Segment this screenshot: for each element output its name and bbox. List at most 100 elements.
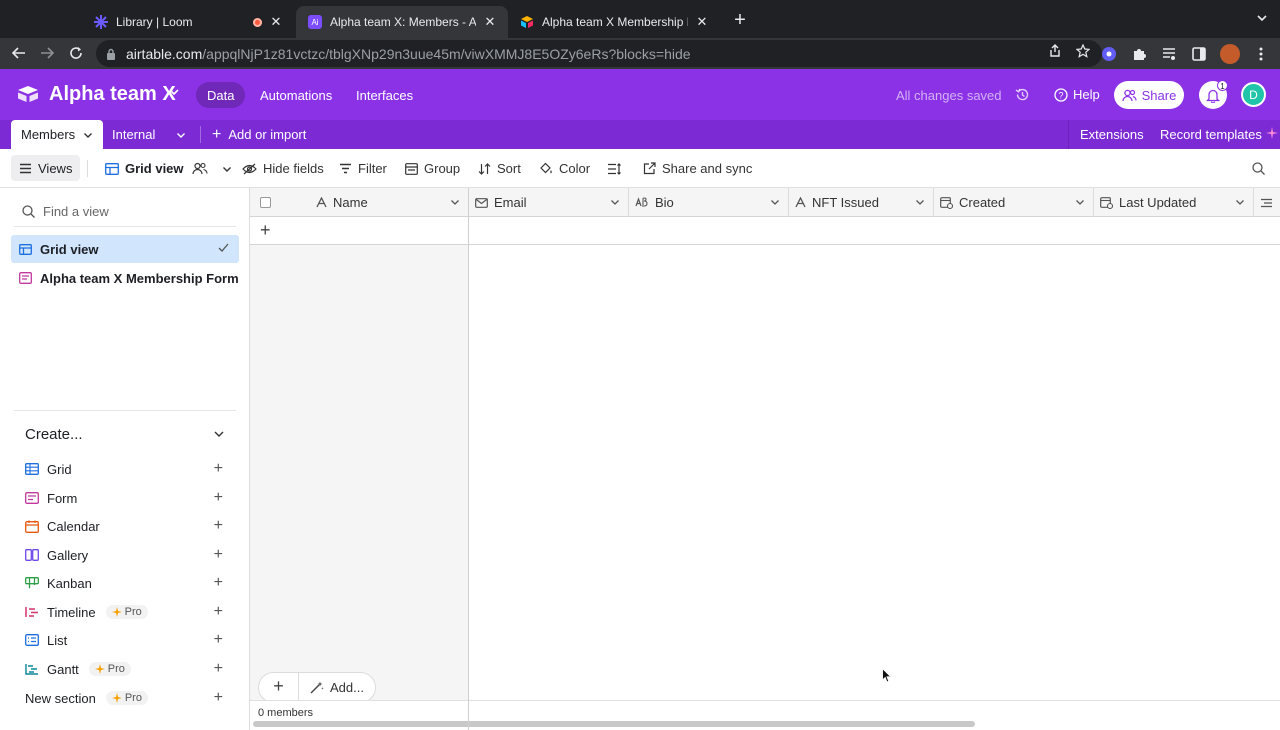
create-list[interactable]: List +	[25, 630, 235, 650]
plus-icon[interactable]: +	[214, 630, 223, 650]
nav-interfaces[interactable]: Interfaces	[345, 82, 424, 108]
plus-icon[interactable]: +	[214, 602, 223, 622]
chevron-down-icon[interactable]	[450, 197, 460, 207]
browser-tab-airtable-members[interactable]: Ai Alpha team X: Members - Airta ✕	[296, 6, 508, 38]
create-kanban[interactable]: Kanban +	[25, 573, 235, 593]
divider	[200, 126, 201, 143]
column-header-nft-issued[interactable]: NFT Issued	[789, 188, 934, 217]
side-panel-icon[interactable]	[1190, 45, 1208, 63]
browser-tab-airtable-form[interactable]: Alpha team X Membership Forr ✕	[508, 6, 720, 38]
column-header-bio[interactable]: Bio	[629, 188, 789, 217]
share-page-icon[interactable]	[1048, 44, 1062, 58]
share-and-sync-button[interactable]: Share and sync	[643, 149, 752, 188]
forward-button[interactable]	[33, 39, 61, 67]
horizontal-scrollbar[interactable]	[253, 721, 975, 727]
tab-search-chevron-icon[interactable]	[1256, 12, 1268, 24]
profile-avatar-icon[interactable]	[1220, 43, 1240, 64]
column-header-created[interactable]: Created	[934, 188, 1094, 217]
nav-automations[interactable]: Automations	[249, 82, 343, 108]
plus-icon[interactable]: +	[214, 688, 223, 708]
create-grid[interactable]: Grid +	[25, 459, 235, 479]
reload-button[interactable]	[62, 39, 90, 67]
views-toggle-button[interactable]: Views	[11, 155, 81, 181]
close-tab-icon[interactable]: ✕	[694, 14, 710, 30]
tab-title: Alpha team X Membership Forr	[542, 15, 688, 29]
help-button[interactable]: ? Help	[1054, 87, 1100, 102]
plus-icon[interactable]: +	[214, 459, 223, 479]
hide-fields-button[interactable]: Hide fields	[242, 149, 324, 188]
media-control-icon[interactable]	[1160, 45, 1178, 63]
add-record-plus-button[interactable]: +	[259, 672, 299, 703]
chevron-down-icon[interactable]	[610, 197, 620, 207]
chevron-down-icon[interactable]	[915, 197, 925, 207]
browser-tab-loom[interactable]: Library | Loom ✕	[82, 6, 294, 38]
extensions-button[interactable]: Extensions	[1080, 127, 1144, 142]
create-new-section[interactable]: New section Pro +	[25, 688, 235, 708]
record-templates-button[interactable]: Record templates	[1160, 127, 1262, 142]
browser-menu-icon[interactable]	[1252, 45, 1270, 63]
create-gallery[interactable]: Gallery +	[25, 545, 235, 565]
chevron-down-icon[interactable]	[222, 164, 232, 174]
sort-button[interactable]: Sort	[478, 149, 521, 188]
share-button[interactable]: Share	[1114, 81, 1184, 109]
divider	[87, 160, 88, 177]
close-tab-icon[interactable]: ✕	[482, 14, 498, 30]
chevron-down-icon[interactable]	[168, 86, 180, 98]
plus-icon[interactable]: +	[214, 516, 223, 536]
column-header-overflow[interactable]	[1254, 188, 1280, 217]
plus-icon[interactable]: +	[214, 659, 223, 679]
create-section-title[interactable]: Create...	[25, 426, 83, 443]
long-text-icon	[1261, 198, 1272, 207]
find-view-placeholder: Find a view	[43, 204, 109, 219]
chevron-down-icon[interactable]	[213, 428, 225, 440]
airtable-logo-icon[interactable]	[17, 85, 39, 103]
all-tables-chevron-icon[interactable]	[176, 130, 186, 140]
create-form[interactable]: Form +	[25, 488, 235, 508]
plus-icon[interactable]: +	[214, 573, 223, 593]
chevron-down-icon[interactable]	[770, 197, 780, 207]
user-avatar[interactable]: D	[1241, 82, 1266, 107]
chevron-down-icon[interactable]	[83, 130, 93, 140]
find-view-input[interactable]: Find a view	[22, 204, 109, 219]
extensions-puzzle-icon[interactable]	[1130, 45, 1148, 63]
current-view-button[interactable]: Grid view	[105, 149, 232, 188]
column-header-email[interactable]: Email	[469, 188, 629, 217]
plus-icon[interactable]: +	[260, 220, 271, 241]
chevron-down-icon[interactable]	[1235, 197, 1245, 207]
new-tab-button[interactable]: +	[729, 10, 751, 32]
back-button[interactable]	[5, 39, 33, 67]
notification-count-badge: 1	[1217, 80, 1228, 91]
add-or-import-button[interactable]: + Add or import	[212, 120, 306, 149]
create-calendar[interactable]: Calendar +	[25, 516, 235, 536]
color-button[interactable]: Color	[539, 149, 590, 188]
nav-data[interactable]: Data	[196, 82, 246, 108]
view-item-label: Alpha team X Membership Form	[40, 270, 239, 286]
view-item-membership-form[interactable]: Alpha team X Membership Form	[11, 264, 239, 292]
add-with-ai-button[interactable]: Add...	[299, 680, 364, 695]
address-bar[interactable]: airtable.com/appqlNjP1z81vctzc/tblgXNp29…	[96, 40, 1102, 67]
history-icon[interactable]	[1015, 87, 1030, 102]
row-height-button[interactable]	[607, 149, 621, 188]
bookmark-star-icon[interactable]	[1076, 44, 1090, 58]
create-gantt[interactable]: Gantt Pro +	[25, 659, 235, 679]
chevron-down-icon[interactable]	[1075, 197, 1085, 207]
timeline-icon	[25, 607, 38, 617]
select-all-checkbox[interactable]	[260, 197, 271, 208]
close-tab-icon[interactable]: ✕	[268, 14, 284, 30]
view-item-grid-view[interactable]: Grid view	[11, 235, 239, 263]
table-tab-members[interactable]: Members	[11, 120, 104, 149]
plus-icon[interactable]: +	[214, 488, 223, 508]
table-tab-internal[interactable]: Internal	[112, 127, 155, 142]
search-icon[interactable]	[1252, 162, 1265, 175]
filter-button[interactable]: Filter	[339, 149, 387, 188]
column-header-name[interactable]: Name	[310, 188, 469, 217]
plus-icon[interactable]: +	[214, 545, 223, 565]
add-record-pill[interactable]: + Add...	[258, 672, 376, 703]
column-header-last-updated[interactable]: Last Updated	[1094, 188, 1254, 217]
base-name[interactable]: Alpha team X	[49, 83, 176, 106]
add-record-row-frozen[interactable]: +	[250, 217, 469, 245]
group-button[interactable]: Group	[405, 149, 460, 188]
view-toolbar: Views Grid view Hide fields Filter Group…	[0, 149, 1280, 188]
create-timeline[interactable]: Timeline Pro +	[25, 602, 235, 622]
extension-loom-icon[interactable]	[1100, 45, 1118, 63]
